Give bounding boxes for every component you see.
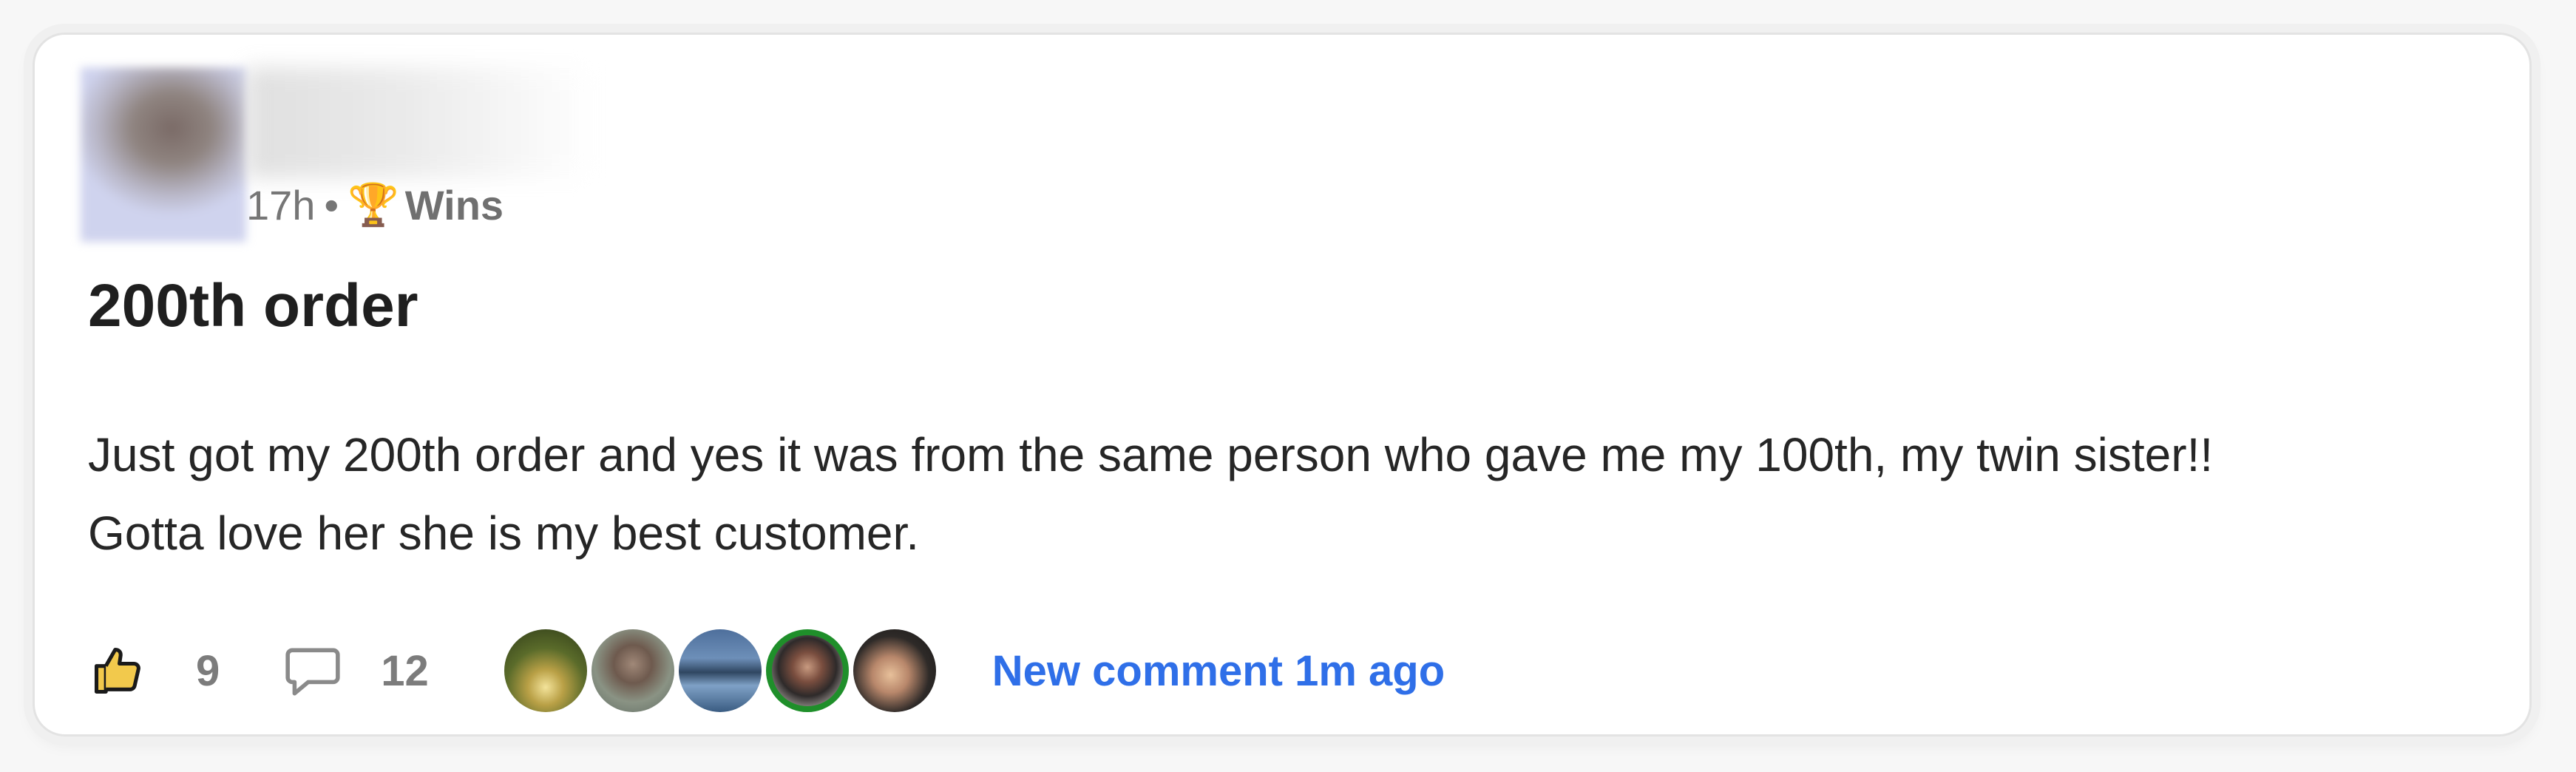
commenter-avatar[interactable] <box>853 629 936 712</box>
like-count: 9 <box>196 646 220 695</box>
author-avatar[interactable] <box>81 67 246 242</box>
commenter-avatar[interactable] <box>765 629 849 712</box>
post-meta: 17h • 🏆 Wins <box>246 175 504 234</box>
comment-bubble-icon[interactable] <box>283 641 342 700</box>
post-card[interactable]: 17h • 🏆 Wins 200th order Just got my 200… <box>33 33 2532 737</box>
post-body: Just got my 200th order and yes it was f… <box>88 416 2484 572</box>
author-name-blurred[interactable] <box>246 67 594 178</box>
comment-count: 12 <box>381 646 429 695</box>
new-comment-link[interactable]: New comment 1m ago <box>992 646 1445 696</box>
post-footer: 9 12 New comment 1m ago <box>88 626 1445 715</box>
post-title[interactable]: 200th order <box>88 271 418 341</box>
commenter-avatar[interactable] <box>504 629 587 712</box>
page: 17h • 🏆 Wins 200th order Just got my 200… <box>0 0 2576 772</box>
commenter-avatar[interactable] <box>591 629 674 712</box>
post-time: 17h <box>246 181 316 228</box>
post-body-line: Just got my 200th order and yes it was f… <box>88 428 2214 481</box>
commenter-avatar[interactable] <box>678 629 762 712</box>
trophy-icon: 🏆 <box>348 181 399 229</box>
commenter-avatars[interactable] <box>504 629 940 712</box>
category-link[interactable]: Wins <box>405 181 504 229</box>
meta-separator: • <box>324 181 339 228</box>
post-body-line: Gotta love her she is my best customer. <box>88 507 920 560</box>
thumbs-up-icon[interactable] <box>88 641 147 700</box>
